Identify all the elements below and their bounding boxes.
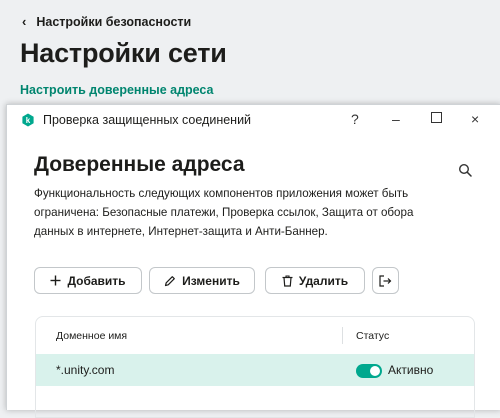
plus-icon: [50, 275, 61, 286]
export-button[interactable]: [372, 267, 399, 294]
window-title: Проверка защищенных соединений: [43, 113, 252, 127]
dialog-window: k Проверка защищенных соединений ? – × Д…: [6, 104, 500, 418]
domain-cell: *.unity.com: [56, 363, 115, 377]
status-toggle[interactable]: [356, 364, 382, 378]
svg-text:k: k: [26, 116, 31, 125]
close-button[interactable]: ×: [471, 111, 479, 127]
chevron-left-icon: ‹: [22, 14, 27, 29]
trash-icon: [282, 274, 293, 287]
page-title: Настройки сети: [20, 38, 227, 68]
add-button-label: Добавить: [67, 273, 126, 288]
export-icon: [379, 274, 392, 287]
minimize-button[interactable]: –: [392, 111, 400, 127]
description-text: Функциональность следующих компонентов п…: [34, 187, 414, 238]
trusted-addresses-table: Доменное имя Статус *.unity.com Активно: [35, 316, 475, 418]
trusted-addresses-link[interactable]: Настроить доверенные адреса: [20, 83, 213, 97]
toggle-knob: [370, 366, 380, 376]
title-bar: k Проверка защищенных соединений ? – ×: [7, 105, 500, 135]
kaspersky-logo-icon: k: [22, 113, 34, 127]
pencil-icon: [165, 275, 176, 286]
help-button[interactable]: ?: [351, 111, 359, 127]
search-icon[interactable]: [458, 163, 472, 177]
edit-button[interactable]: Изменить: [149, 267, 255, 294]
section-heading: Доверенные адреса: [34, 153, 245, 176]
status-cell: Активно: [388, 363, 434, 377]
table-header: Доменное имя Статус: [36, 317, 474, 354]
delete-button[interactable]: Удалить: [265, 267, 365, 294]
add-button[interactable]: Добавить: [34, 267, 142, 294]
column-header-status[interactable]: Статус: [356, 330, 389, 342]
edit-button-label: Изменить: [182, 273, 240, 288]
column-header-domain[interactable]: Доменное имя: [56, 330, 127, 342]
back-link-label: Настройки безопасности: [36, 14, 192, 29]
delete-button-label: Удалить: [298, 273, 349, 288]
table-row[interactable]: *.unity.com Активно: [36, 354, 474, 386]
column-divider[interactable]: [342, 327, 343, 344]
maximize-button[interactable]: [431, 112, 442, 123]
back-link[interactable]: ‹ Настройки безопасности: [22, 14, 191, 29]
